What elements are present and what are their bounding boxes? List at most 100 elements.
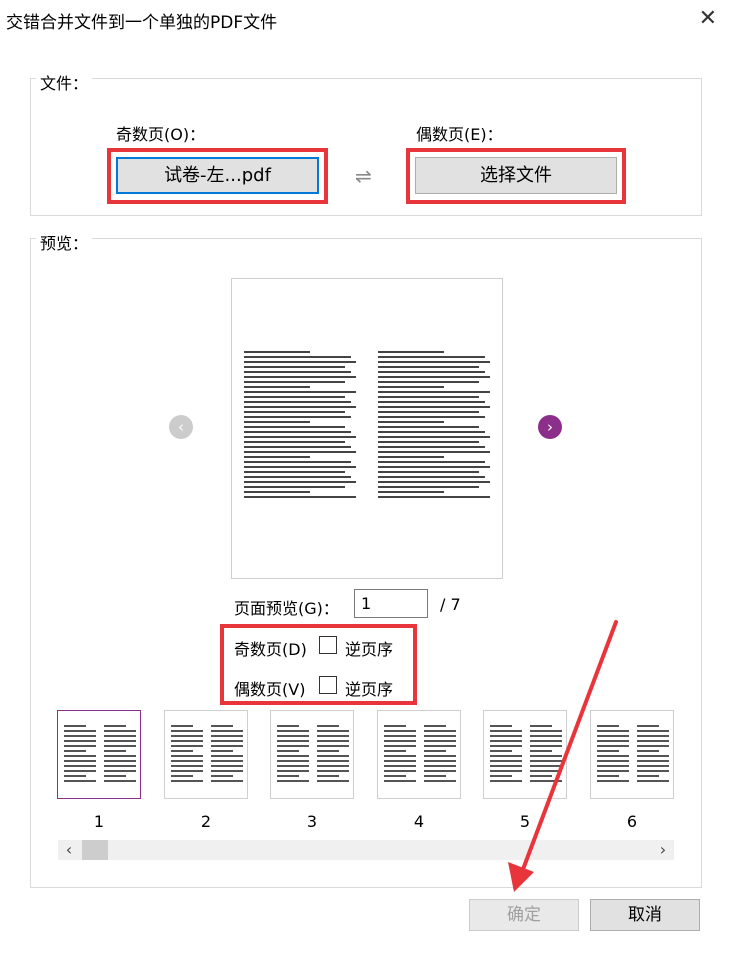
window-title: 交错合并文件到一个单独的PDF文件: [6, 13, 278, 33]
preview-text-line: [244, 436, 357, 438]
scroll-left-icon[interactable]: ‹: [58, 840, 80, 860]
thumbnail-text-line: [597, 730, 629, 732]
thumbnail-text-line: [597, 725, 619, 727]
thumbnail-scrollbar[interactable]: ‹ ›: [58, 840, 674, 860]
page-preview-label: 页面预览(G)：: [234, 599, 339, 618]
thumbnail-page[interactable]: [590, 710, 674, 799]
thumbnail-text-line: [424, 780, 456, 782]
cancel-button[interactable]: 取消: [590, 899, 700, 931]
preview-text-line: [378, 431, 485, 433]
thumbnail-text-line: [490, 765, 522, 767]
thumbnail-text-line: [64, 755, 96, 757]
preview-text-line: [244, 471, 346, 473]
thumbnail-text-line: [171, 770, 203, 772]
thumbnail-text-line: [490, 735, 522, 737]
preview-text-line: [378, 476, 485, 478]
thumbnail-text-line: [104, 730, 136, 732]
ok-button[interactable]: 确定: [469, 899, 579, 931]
thumbnail-text-line: [597, 735, 629, 737]
thumbnail-text-line: [597, 775, 619, 777]
thumbnail-text-line: [317, 755, 349, 757]
thumbnail-text-line: [597, 745, 629, 747]
preview-text-line: [378, 391, 491, 393]
thumbnail-text-line: [637, 765, 669, 767]
preview-text-line: [378, 441, 480, 443]
thumbnail-text-line: [530, 780, 562, 782]
thumbnail-page[interactable]: [483, 710, 567, 799]
preview-text-line: [378, 366, 480, 368]
thumbnail-text-line: [211, 755, 243, 757]
thumbnail-text-line: [277, 760, 309, 762]
thumbnail-text-line: [277, 775, 299, 777]
even-pages-file-label: 偶数页(E)：: [416, 125, 503, 144]
preview-text-line: [378, 436, 491, 438]
thumbnail-page[interactable]: [377, 710, 461, 799]
select-file-button[interactable]: 选择文件: [415, 157, 617, 194]
thumbnail-number: 2: [200, 812, 212, 831]
preview-text-line: [378, 411, 480, 413]
odd-reverse-checkbox[interactable]: [319, 636, 337, 654]
thumbnail-text-line: [384, 755, 416, 757]
preview-text-line: [378, 401, 485, 403]
preview-text-line: [378, 446, 485, 448]
thumbnail-text-line: [490, 770, 522, 772]
preview-text-line: [378, 466, 491, 468]
page-preview: [231, 278, 503, 579]
preview-text-line: [244, 441, 346, 443]
next-page-icon[interactable]: ›: [538, 415, 562, 439]
thumbnail-text-line: [64, 735, 96, 737]
thumbnail-page[interactable]: [164, 710, 248, 799]
preview-text-line: [244, 451, 357, 453]
thumbnail-text-line: [171, 745, 203, 747]
odd-file-button[interactable]: 试卷-左...pdf: [116, 157, 319, 194]
thumbnail-text-line: [384, 740, 416, 742]
thumbnail-text-line: [490, 780, 522, 782]
thumbnail-text-line: [384, 730, 416, 732]
thumbnail-page[interactable]: [57, 710, 141, 799]
thumbnail-text-line: [384, 770, 416, 772]
swap-icon[interactable]: ⇌: [355, 164, 372, 188]
title-bar: 交错合并文件到一个单独的PDF文件 ✕: [0, 0, 731, 38]
thumbnail-number: 5: [519, 812, 531, 831]
preview-text-line: [378, 451, 491, 453]
preview-text-line: [244, 426, 346, 428]
preview-text-line: [244, 481, 357, 483]
preview-text-line: [244, 486, 346, 488]
thumbnail-text-line: [384, 745, 416, 747]
thumbnail-text-line: [64, 770, 96, 772]
thumbnail-page[interactable]: [270, 710, 354, 799]
thumbnail-text-line: [211, 730, 243, 732]
preview-text-line: [244, 371, 351, 373]
preview-text-line: [378, 456, 444, 458]
preview-text-line: [244, 456, 310, 458]
even-reverse-checkbox[interactable]: [319, 676, 337, 694]
thumbnail-text-line: [277, 765, 309, 767]
thumbnail-text-line: [530, 725, 552, 727]
thumbnail-text-line: [637, 725, 659, 727]
preview-text-line: [244, 496, 357, 498]
preview-text-line: [244, 416, 351, 418]
scrollbar-thumb[interactable]: [82, 840, 108, 860]
thumbnail-text-line: [317, 735, 349, 737]
thumbnail-text-line: [597, 765, 629, 767]
thumbnail-text-line: [171, 775, 193, 777]
thumbnail-text-line: [424, 735, 456, 737]
page-number-input[interactable]: [354, 589, 428, 618]
preview-text-line: [378, 496, 491, 498]
preview-text-line: [244, 401, 351, 403]
thumbnail-text-line: [424, 730, 456, 732]
thumbnail-text-line: [490, 760, 522, 762]
thumbnail-text-line: [104, 745, 136, 747]
thumbnail-text-line: [597, 770, 629, 772]
previous-page-icon[interactable]: ‹: [169, 415, 193, 439]
scroll-right-icon[interactable]: ›: [652, 840, 674, 860]
even-reverse-label: 逆页序: [345, 680, 394, 699]
thumbnail-text-line: [104, 760, 136, 762]
thumbnail-text-line: [211, 740, 243, 742]
close-icon[interactable]: ✕: [699, 6, 717, 31]
preview-text-line: [378, 396, 480, 398]
thumbnail-text-line: [490, 755, 522, 757]
preview-text-line: [244, 466, 357, 468]
thumbnail-text-line: [104, 770, 136, 772]
thumbnail-text-line: [104, 750, 126, 752]
